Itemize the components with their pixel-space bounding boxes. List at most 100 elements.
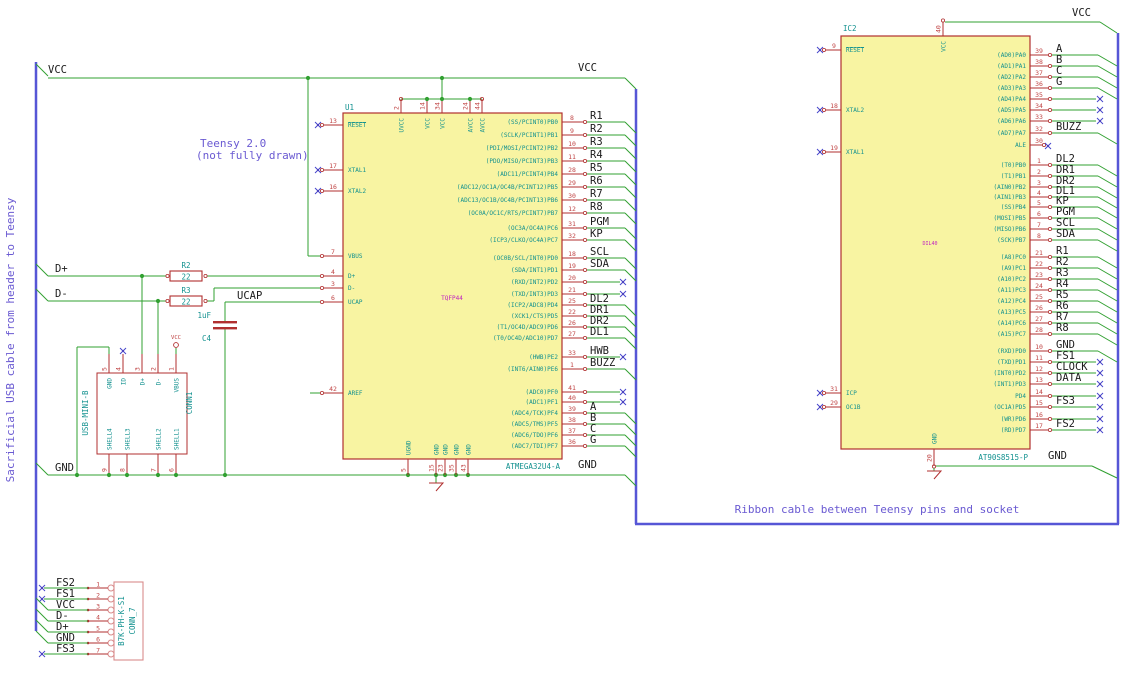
capacitor-ref: C4 <box>202 334 212 343</box>
net-label[interactable]: SDA <box>590 258 610 270</box>
pin-number: 26 <box>1035 304 1043 312</box>
junction-dot <box>222 472 228 478</box>
pin-name: (AIN1)PB3 <box>993 194 1026 201</box>
pin-name: (PDI/MOSI/PCINT2)PB2 <box>486 145 559 152</box>
bus-entry <box>1097 65 1118 78</box>
resistor-ref: R3 <box>181 286 190 295</box>
pin-number: 18 <box>830 102 838 110</box>
pin-end-circle <box>203 273 208 278</box>
junction-dot <box>305 75 311 81</box>
pin-number: 5 <box>101 367 109 371</box>
net-label[interactable]: SCL <box>590 246 609 258</box>
pin-number: 34 <box>1035 102 1043 110</box>
note-ribbon[interactable]: Ribbon cable between Teensy pins and soc… <box>735 503 1020 516</box>
bus-entry <box>624 434 637 447</box>
net-label-gnd[interactable]: GND <box>55 462 74 474</box>
pin-end-circle <box>583 197 588 202</box>
net-label[interactable]: FS3 <box>1056 395 1075 407</box>
net-label-vcc[interactable]: VCC <box>48 64 67 76</box>
component-ref: CONN1 <box>185 392 194 415</box>
pin-number: 43 <box>460 464 468 472</box>
net-label[interactable]: R6 <box>590 175 603 187</box>
pin-name: (A13)PC5 <box>997 309 1026 316</box>
pin-name: GND <box>454 444 461 455</box>
pin-name: (AD5)PA5 <box>997 107 1026 114</box>
pin-name: (OC1A)PD5 <box>993 404 1026 411</box>
net-label[interactable]: R8 <box>1056 322 1069 334</box>
component-part[interactable]: AT90S8515-P <box>978 453 1028 462</box>
pin-name: GND <box>107 378 114 389</box>
net-label-vcc[interactable]: VCC <box>578 62 597 74</box>
net-label-gnd[interactable]: GND <box>1048 450 1067 462</box>
net-label[interactable]: HWB <box>590 345 609 357</box>
net-label[interactable]: FS3 <box>56 643 75 655</box>
component-ref[interactable]: IC2 <box>843 24 857 33</box>
net-label[interactable]: R3 <box>590 136 603 148</box>
pin-name: (INT6/AIN0)PE6 <box>507 366 558 373</box>
pin-number: 16 <box>329 183 337 191</box>
pin-number: 5 <box>1037 199 1041 207</box>
capacitor-plate[interactable] <box>213 321 237 324</box>
pin-end-circle <box>1048 404 1053 409</box>
pin-number: 6 <box>331 294 335 302</box>
note-teensy-2[interactable]: (not fully drawn) <box>196 149 309 162</box>
pin-number: 3 <box>1037 179 1041 187</box>
pin-number: 25 <box>1035 293 1043 301</box>
net-label[interactable]: R7 <box>590 188 603 200</box>
pin-name: (A12)PC4 <box>997 298 1026 305</box>
pin-number: 17 <box>329 162 337 170</box>
bus-entry <box>1097 311 1118 324</box>
pin-number: 37 <box>1035 69 1043 77</box>
capacitor-plate[interactable] <box>213 327 237 330</box>
pin-end-circle <box>1048 276 1053 281</box>
pin-number: 7 <box>150 468 158 472</box>
pin-end-circle <box>583 335 588 340</box>
bus-entry <box>624 423 637 436</box>
net-label[interactable]: SDA <box>1056 228 1076 240</box>
net-label-ucap[interactable]: UCAP <box>237 290 262 302</box>
net-label[interactable]: R5 <box>590 162 603 174</box>
pin-number: 30 <box>1035 137 1043 145</box>
connector-pin-circle <box>107 595 115 603</box>
net-label[interactable]: G <box>590 434 596 446</box>
net-label[interactable]: DL1 <box>590 326 609 338</box>
net-label[interactable]: G <box>1056 76 1062 88</box>
component-part[interactable]: ATMEGA32U4-A <box>506 462 561 471</box>
net-label[interactable]: FS2 <box>1056 418 1075 430</box>
net-label[interactable]: R2 <box>590 123 603 135</box>
bus-entry <box>1097 333 1118 346</box>
net-label-vcc[interactable]: VCC <box>1072 7 1091 19</box>
pin-name: AREF <box>348 390 363 397</box>
net-label-dminus[interactable]: D- <box>55 288 68 300</box>
net-label[interactable]: R4 <box>590 149 603 161</box>
note-sacrificial-usb[interactable]: Sacrificial USB cable from header to Tee… <box>4 197 17 482</box>
pin-number: 29 <box>830 399 838 407</box>
resistor-ref: R2 <box>181 261 190 270</box>
pin-name: (AD3)PA3 <box>997 85 1026 92</box>
net-label[interactable]: BUZZ <box>1056 121 1081 133</box>
net-label-gnd[interactable]: GND <box>578 459 597 471</box>
net-label[interactable]: R1 <box>590 110 603 122</box>
pin-number: 15 <box>428 464 436 472</box>
pin-name: (INT0)PD2 <box>993 370 1026 377</box>
net-label[interactable]: R8 <box>590 201 603 213</box>
bus-entry <box>624 160 637 173</box>
pin-number: 12 <box>568 205 576 213</box>
bus-entry <box>624 199 637 212</box>
junction-dot <box>139 273 145 279</box>
pin-number: 4 <box>96 614 100 622</box>
bus-entry <box>624 134 637 147</box>
bus-entry <box>35 619 49 633</box>
pin-name: (A14)PC6 <box>997 320 1026 327</box>
pin-number: 9 <box>101 468 109 472</box>
net-label[interactable]: DATA <box>1056 372 1082 384</box>
net-label[interactable]: KP <box>590 228 603 240</box>
net-label[interactable]: BUZZ <box>590 357 615 369</box>
pin-name: (ADC7/TDI)PF7 <box>511 443 558 450</box>
component-ref[interactable]: U1 <box>345 103 354 112</box>
net-label[interactable]: PGM <box>590 216 609 228</box>
net-label-dplus[interactable]: D+ <box>55 263 68 275</box>
connector-pin-circle <box>107 639 115 647</box>
pin-name: XTAL2 <box>348 188 366 195</box>
bus-entry <box>35 63 49 77</box>
